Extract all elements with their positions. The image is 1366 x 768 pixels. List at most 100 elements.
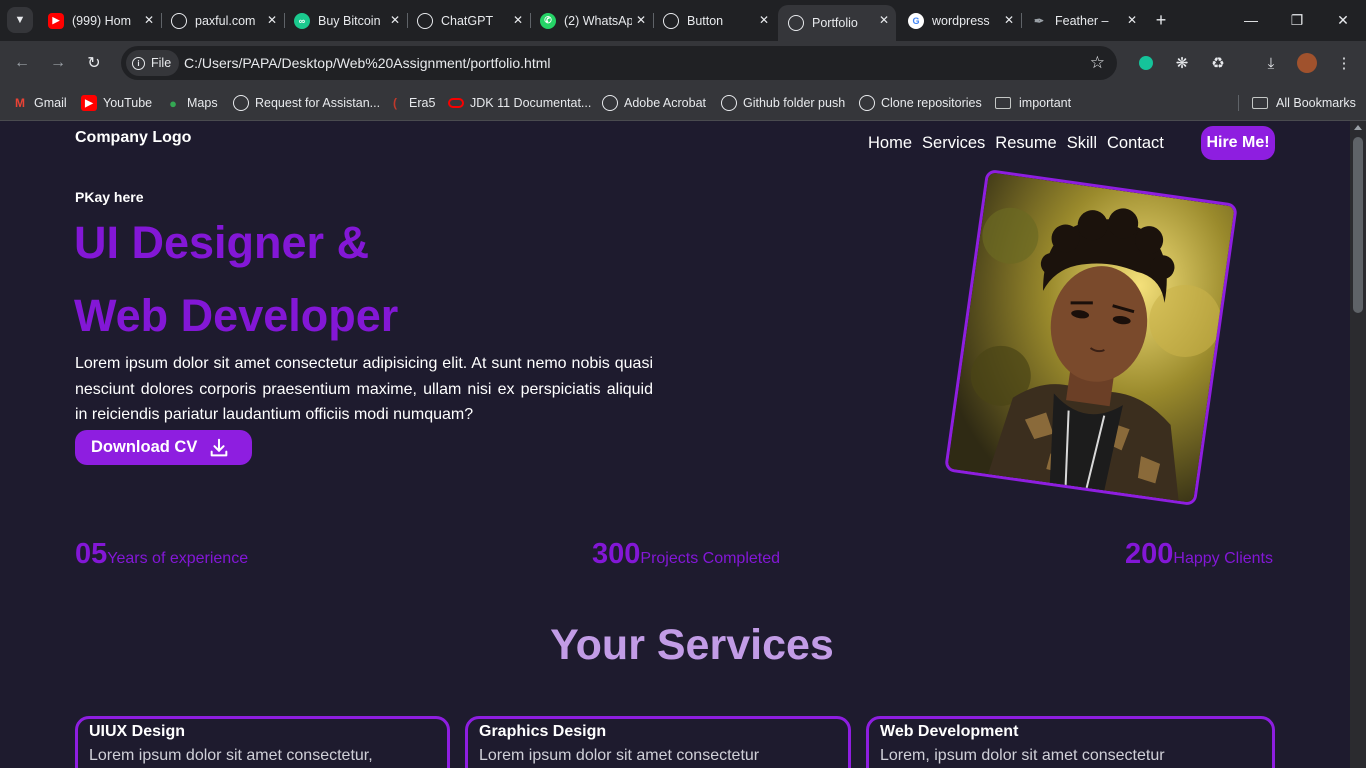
tab-strip: ▼ ▶ (999) Hom ✕ paxful.com ✕ ∞ Buy Bitco…	[0, 0, 1366, 41]
info-icon: i	[132, 56, 145, 70]
close-tab-icon[interactable]: ✕	[756, 12, 772, 28]
stat-years-number: 05	[75, 538, 108, 570]
maps-icon: ●	[169, 95, 177, 111]
tab-portfolio[interactable]: Portfolio ✕	[778, 5, 896, 41]
site-info-chip[interactable]: i File	[126, 50, 180, 76]
close-tab-icon[interactable]: ✕	[510, 12, 526, 28]
nav-services[interactable]: Services	[922, 134, 985, 153]
close-tab-icon[interactable]: ✕	[876, 12, 892, 28]
chatgpt-icon	[721, 95, 737, 111]
menu-kebab-icon[interactable]: ⋮	[1333, 52, 1355, 74]
tab-paxful[interactable]: paxful.com ✕	[161, 0, 285, 41]
bookmark-maps[interactable]: ● Maps	[165, 93, 218, 113]
oracle-icon	[448, 98, 464, 108]
chatgpt-icon	[233, 95, 249, 111]
service-card-webdev[interactable]: Web Development Lorem, ipsum dolor sit a…	[866, 716, 1275, 768]
bookmark-adobe-acrobat[interactable]: Adobe Acrobat	[602, 93, 706, 113]
bookmark-clone-repositories[interactable]: Clone repositories	[859, 93, 982, 113]
nav-home[interactable]: Home	[868, 134, 912, 153]
address-bar[interactable]: i File C:/Users/PAPA/Desktop/Web%20Assig…	[121, 46, 1117, 80]
service-card-title: UIUX Design	[89, 723, 186, 740]
bookmark-gmail[interactable]: M Gmail	[12, 93, 67, 113]
stat-clients-number: 200	[1125, 538, 1174, 570]
close-tab-icon[interactable]: ✕	[264, 12, 280, 28]
tab-wordpress[interactable]: G wordpress ✕	[898, 0, 1022, 41]
download-icon[interactable]: ⤓	[1260, 52, 1282, 74]
chatgpt-icon	[859, 95, 875, 111]
close-window-button[interactable]: ✕	[1328, 8, 1358, 32]
extensions-puzzle-icon[interactable]: ♻	[1207, 52, 1229, 74]
tab-whatsapp[interactable]: ✆ (2) WhatsApp ✕	[530, 0, 654, 41]
extension-grammarly-icon[interactable]	[1135, 52, 1157, 74]
headline-line-2: Web Developer	[74, 290, 399, 341]
bookmarks-bar: M Gmail ▶ YouTube ● Maps Request for Ass…	[0, 85, 1366, 121]
forward-button[interactable]: →	[46, 51, 70, 75]
headline-line-1: UI Designer &	[74, 217, 370, 268]
close-tab-icon[interactable]: ✕	[387, 12, 403, 28]
minimize-button[interactable]: —	[1236, 8, 1266, 32]
tab-search-button[interactable]: ▼	[7, 7, 33, 33]
tab-youtube[interactable]: ▶ (999) Hom ✕	[38, 0, 162, 41]
new-tab-button[interactable]: +	[1151, 11, 1171, 31]
close-tab-icon[interactable]: ✕	[633, 12, 649, 28]
stat-clients: 200 Happy Clients	[1125, 538, 1273, 571]
folder-icon	[1252, 97, 1268, 109]
era5-icon: (	[393, 96, 397, 110]
youtube-icon: ▶	[81, 95, 97, 111]
chevron-down-icon: ▼	[14, 14, 26, 26]
service-card-title: Graphics Design	[479, 723, 607, 740]
stat-years-label: Years of experience	[107, 550, 249, 567]
page-scrollbar[interactable]	[1350, 121, 1366, 768]
reload-button[interactable]: ↻	[82, 51, 106, 75]
download-cv-button[interactable]: Download CV	[75, 430, 252, 465]
tab-button[interactable]: Button ✕	[653, 0, 776, 41]
back-button[interactable]: ←	[10, 51, 34, 75]
globe-icon	[788, 15, 804, 31]
profile-avatar[interactable]	[1296, 52, 1318, 74]
company-logo[interactable]: Company Logo	[75, 129, 191, 147]
bookmark-github-folder-push[interactable]: Github folder push	[721, 93, 845, 113]
download-cv-label: Download CV	[91, 438, 198, 456]
bookmark-folder-important[interactable]: important	[995, 93, 1071, 113]
close-tab-icon[interactable]: ✕	[1001, 12, 1017, 28]
bookmark-youtube[interactable]: ▶ YouTube	[81, 93, 152, 113]
intro-paragraph: Lorem ipsum dolor sit amet consectetur a…	[75, 355, 653, 423]
bookmark-jdk-docs[interactable]: JDK 11 Documentat...	[448, 93, 591, 113]
services-title: Your Services	[550, 621, 834, 669]
bookmark-era5[interactable]: ( Era5	[387, 93, 435, 113]
globe-icon	[602, 95, 618, 111]
chatgpt-icon	[417, 12, 433, 29]
stat-projects-label: Projects Completed	[640, 550, 781, 567]
extension-openai-icon[interactable]: ❋	[1171, 52, 1193, 74]
tab-buy-bitcoin[interactable]: ∞ Buy Bitcoin ✕	[284, 0, 408, 41]
stat-projects-number: 300	[592, 538, 641, 570]
nav-contact[interactable]: Contact	[1107, 134, 1164, 153]
bookmark-star-icon[interactable]: ☆	[1090, 53, 1105, 73]
greeting: PKay here	[75, 189, 144, 205]
stat-years: 05 Years of experience	[75, 538, 248, 571]
restore-button[interactable]: ❐	[1282, 8, 1312, 32]
feather-icon: ✒	[1033, 13, 1045, 28]
nav-resume[interactable]: Resume	[995, 134, 1056, 153]
nav-skill[interactable]: Skill	[1067, 134, 1097, 153]
profile-portrait	[944, 168, 1238, 507]
portrait-illustration	[946, 172, 1238, 507]
all-bookmarks[interactable]: All Bookmarks	[1252, 93, 1356, 113]
url-text[interactable]: C:/Users/PAPA/Desktop/Web%20Assignment/p…	[184, 55, 550, 71]
close-tab-icon[interactable]: ✕	[1124, 12, 1140, 28]
service-card-desc: Lorem, ipsum dolor sit amet consectetur	[880, 747, 1165, 764]
paxful-icon: ∞	[294, 12, 310, 29]
bookmark-request-assistance[interactable]: Request for Assistan...	[233, 93, 380, 113]
service-card-graphics[interactable]: Graphics Design Lorem ipsum dolor sit am…	[465, 716, 851, 768]
tab-chatgpt[interactable]: ChatGPT ✕	[407, 0, 531, 41]
scroll-up-arrow-icon[interactable]	[1354, 125, 1362, 130]
download-icon	[211, 438, 228, 456]
tab-feather[interactable]: ✒ Feather – ✕	[1021, 0, 1144, 41]
youtube-icon: ▶	[48, 12, 64, 29]
hire-me-button[interactable]: Hire Me!	[1201, 126, 1275, 160]
globe-icon	[171, 12, 187, 29]
service-card-uiux[interactable]: UIUX Design Lorem ipsum dolor sit amet c…	[75, 716, 450, 768]
scrollbar-thumb[interactable]	[1353, 137, 1363, 313]
whatsapp-icon: ✆	[540, 12, 556, 29]
close-tab-icon[interactable]: ✕	[141, 12, 157, 28]
